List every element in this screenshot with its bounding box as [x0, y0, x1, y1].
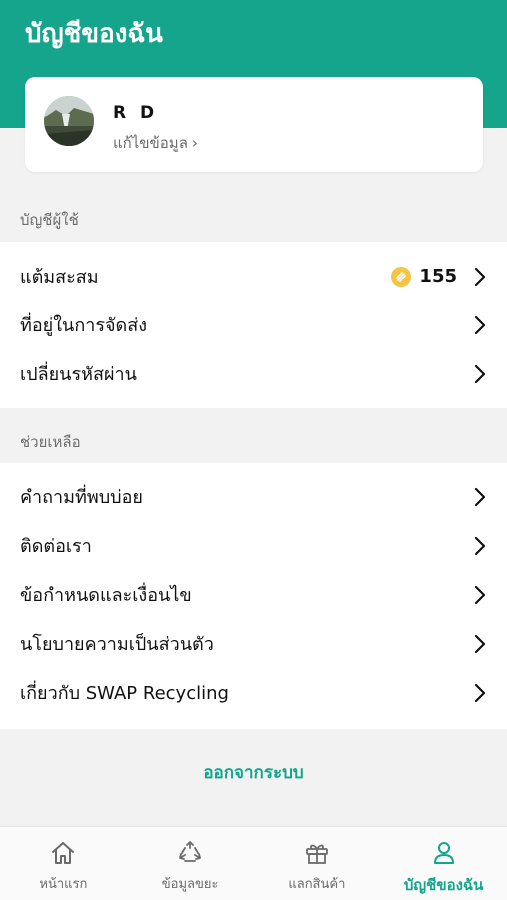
- menu-item-shipping-address[interactable]: ที่อยู่ในการจัดส่ง: [0, 300, 507, 349]
- menu-item-label: ที่อยู่ในการจัดส่ง: [20, 315, 148, 336]
- menu-item-contact[interactable]: ติดต่อเรา: [0, 521, 507, 570]
- chevron-right-icon: [474, 585, 486, 604]
- coin-icon: [391, 266, 412, 287]
- chevron-right-icon: [474, 315, 486, 334]
- recycle-icon: [179, 841, 202, 862]
- tab-label: แลกสินค้า: [288, 877, 346, 892]
- chevron-right-icon: [474, 267, 486, 286]
- menu-item-label: เกี่ยวกับ SWAP Recycling: [20, 683, 229, 704]
- logout-button[interactable]: ออกจากระบบ: [0, 755, 507, 791]
- menu-item-label: แต้มสะสม: [20, 267, 99, 288]
- tab-home[interactable]: หน้าแรก: [0, 827, 127, 900]
- edit-profile-label: แก้ไขข้อมูล: [113, 134, 188, 152]
- tab-label: หน้าแรก: [39, 877, 88, 892]
- help-section: คำถามที่พบบ่อย ติดต่อเรา ข้อกำหนดและเงื่…: [0, 463, 507, 729]
- menu-item-privacy[interactable]: นโยบายความเป็นส่วนตัว: [0, 619, 507, 668]
- menu-item-terms[interactable]: ข้อกำหนดและเงื่อนไข: [0, 570, 507, 619]
- user-icon: [433, 842, 454, 864]
- bottom-tab-bar: หน้าแรก ข้อมูลขยะ แลกสินค้า บัญชีของฉัน: [0, 826, 507, 900]
- menu-item-about[interactable]: เกี่ยวกับ SWAP Recycling: [0, 668, 507, 717]
- menu-item-label: นโยบายความเป็นส่วนตัว: [20, 634, 214, 655]
- chevron-right-icon: [474, 683, 486, 702]
- tab-waste-info[interactable]: ข้อมูลขยะ: [127, 827, 254, 900]
- avatar: [44, 96, 94, 146]
- home-icon: [52, 842, 75, 864]
- chevron-right-icon: ›: [191, 134, 198, 152]
- chevron-right-icon: [474, 364, 486, 383]
- menu-item-label: ติดต่อเรา: [20, 536, 92, 557]
- tab-label: บัญชีของฉัน: [403, 876, 484, 894]
- menu-item-faq[interactable]: คำถามที่พบบ่อย: [0, 472, 507, 521]
- menu-item-label: ข้อกำหนดและเงื่อนไข: [20, 585, 192, 606]
- chevron-right-icon: [474, 634, 486, 653]
- menu-item-change-password[interactable]: เปลี่ยนรหัสผ่าน: [0, 349, 507, 398]
- profile-card[interactable]: R D แก้ไขข้อมูล ›: [25, 77, 483, 172]
- tab-redeem[interactable]: แลกสินค้า: [254, 827, 381, 900]
- chevron-right-icon: [474, 536, 486, 555]
- points-display: 155: [391, 266, 457, 287]
- menu-item-label: คำถามที่พบบ่อย: [20, 487, 143, 508]
- gift-icon: [305, 844, 328, 864]
- profile-name: R D: [113, 103, 159, 123]
- account-section: แต้มสะสม 155 ที่อยู่ในการจัดส่ง เปลี่ยนร…: [0, 242, 507, 408]
- page-title: บัญชีของฉัน: [25, 19, 163, 49]
- tab-label: ข้อมูลขยะ: [161, 877, 219, 892]
- tab-my-account[interactable]: บัญชีของฉัน: [380, 827, 507, 900]
- chevron-right-icon: [474, 487, 486, 506]
- section-label-help: ช่วยเหลือ: [20, 433, 81, 451]
- section-label-account: บัญชีผู้ใช้: [20, 211, 79, 229]
- points-value: 155: [419, 266, 457, 287]
- edit-profile-link[interactable]: แก้ไขข้อมูล ›: [113, 131, 198, 155]
- menu-item-points[interactable]: แต้มสะสม 155: [0, 252, 507, 301]
- menu-item-label: เปลี่ยนรหัสผ่าน: [20, 364, 137, 385]
